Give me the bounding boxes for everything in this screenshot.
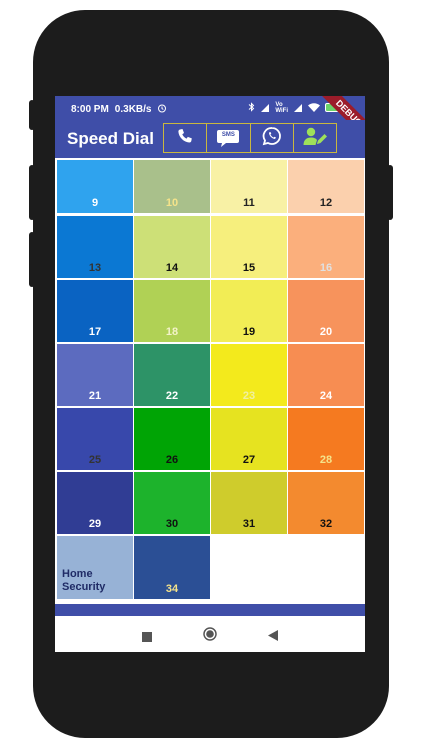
speed-dial-tile[interactable]: 24 [288, 344, 364, 406]
speed-dial-tile[interactable]: 14 [134, 216, 210, 278]
speed-dial-tile[interactable]: 13 [57, 216, 133, 278]
sms-label: SMS [221, 132, 235, 138]
speed-dial-tile[interactable]: 25 [57, 408, 133, 470]
speed-dial-tile[interactable]: 28 [288, 408, 364, 470]
speed-dial-tile[interactable]: 26 [134, 408, 210, 470]
status-time: 8:00 PM [71, 104, 109, 115]
tile-label: 32 [319, 518, 333, 530]
tile-label: 23 [242, 390, 256, 402]
back-icon[interactable] [268, 628, 278, 646]
tile-label: 25 [88, 454, 102, 466]
bottom-bar [55, 604, 365, 616]
speed-dial-tile[interactable]: 9 [57, 160, 133, 213]
app-bar: Speed Dial SMS [55, 120, 365, 158]
tile-label: 24 [319, 390, 333, 402]
phone-icon [176, 127, 194, 150]
speed-dial-tile[interactable]: 17 [57, 280, 133, 342]
speed-dial-tile[interactable]: 34 [134, 536, 210, 599]
speed-dial-tile[interactable]: 23 [211, 344, 287, 406]
recent-apps-icon[interactable] [142, 629, 152, 647]
tile-label: 27 [242, 454, 256, 466]
network-speed: 0.3KB/s [114, 104, 152, 115]
tile-label: 34 [165, 583, 179, 595]
signal-icon [293, 103, 303, 114]
speed-dial-tile[interactable]: 22 [134, 344, 210, 406]
speed-dial-tile[interactable]: 30 [134, 472, 210, 534]
tile-label: 11 [243, 197, 255, 209]
tile-label: Home Security [62, 568, 106, 593]
vowifi-label: Vo WiFi [275, 102, 288, 114]
phone-screen: 8:00 PM 0.3KB/s Vo WiFi DEBUG Speed Dial… [55, 96, 365, 652]
tile-label: 31 [242, 518, 256, 530]
speed-dial-tile[interactable]: Home Security [57, 536, 133, 599]
tile-label: 16 [319, 262, 333, 274]
contact-edit-button[interactable] [294, 124, 336, 152]
speed-dial-tile[interactable]: 15 [211, 216, 287, 278]
wifi-icon [308, 102, 320, 114]
home-icon[interactable] [203, 627, 217, 646]
tile-label: 14 [165, 262, 179, 274]
speed-dial-tile[interactable]: 29 [57, 472, 133, 534]
tile-label: 26 [165, 454, 179, 466]
tile-label: 21 [88, 390, 102, 402]
speed-dial-tile[interactable]: 11 [211, 160, 287, 213]
speed-dial-tile[interactable]: 32 [288, 472, 364, 534]
phone-power-button [387, 165, 393, 220]
action-buttons: SMS [163, 123, 337, 153]
phone-side-button [29, 100, 35, 130]
whatsapp-button[interactable] [251, 124, 294, 152]
call-button[interactable] [164, 124, 208, 152]
speed-dial-tile[interactable]: 27 [211, 408, 287, 470]
phone-side-button [29, 165, 35, 220]
tile-label: 29 [88, 518, 102, 530]
tile-label: 10 [165, 197, 179, 209]
tile-label: 28 [319, 454, 333, 466]
alarm-icon [157, 103, 167, 116]
tile-label: 13 [88, 262, 102, 274]
speed-dial-tile[interactable]: 31 [211, 472, 287, 534]
status-bar: 8:00 PM 0.3KB/s Vo WiFi DEBUG [55, 96, 365, 144]
app-title: Speed Dial [67, 129, 154, 148]
speed-dial-tile[interactable]: 19 [211, 280, 287, 342]
bluetooth-icon [248, 102, 255, 114]
signal-icon [260, 103, 270, 114]
speed-dial-tile[interactable]: 18 [134, 280, 210, 342]
whatsapp-icon [262, 126, 282, 151]
speed-dial-tile[interactable]: 20 [288, 280, 364, 342]
tile-label: 9 [91, 197, 99, 209]
tile-label: 20 [319, 326, 333, 338]
tile-label: 30 [165, 518, 179, 530]
sms-icon: SMS [216, 128, 240, 148]
tile-label: 15 [242, 262, 256, 274]
contact-edit-icon [302, 126, 328, 151]
sms-button[interactable]: SMS [207, 124, 251, 152]
speed-dial-tile[interactable]: 12 [288, 160, 364, 213]
tile-label: 17 [88, 326, 102, 338]
tile-label: 19 [242, 326, 256, 338]
phone-side-button [29, 232, 35, 287]
tile-label: 18 [165, 326, 179, 338]
speed-dial-tile[interactable]: 10 [134, 160, 210, 213]
speed-dial-tile[interactable]: 16 [288, 216, 364, 278]
speed-dial-tile[interactable]: 21 [57, 344, 133, 406]
tile-label: 22 [165, 390, 179, 402]
navigation-bar [55, 616, 365, 652]
tile-label: 12 [319, 197, 333, 209]
